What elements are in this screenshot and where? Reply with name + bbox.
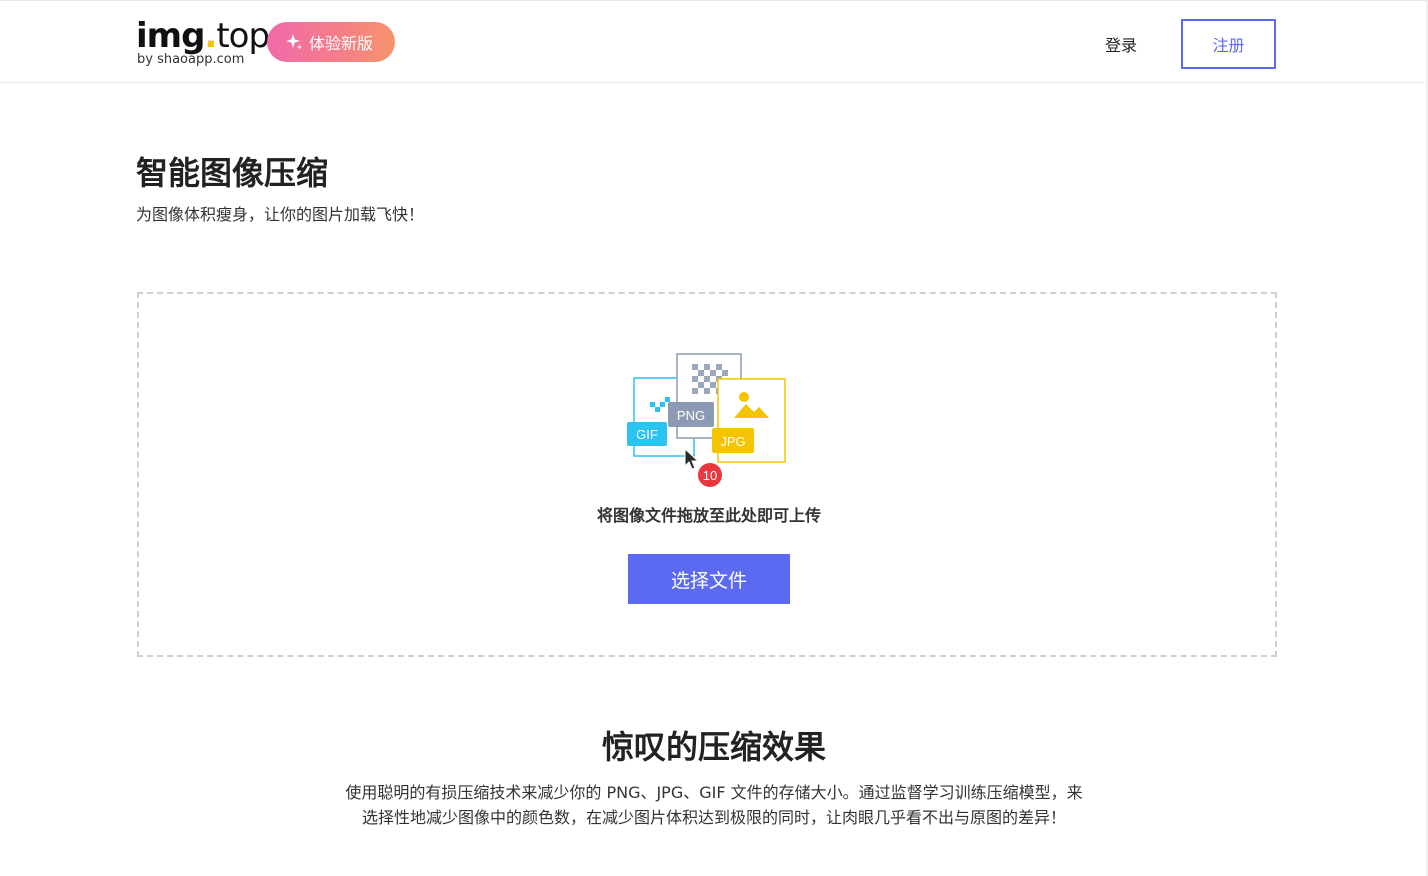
jpg-label: JPG (720, 434, 745, 449)
drop-instruction: 将图像文件拖放至此处即可上传 (596, 506, 821, 525)
jpg-file-card: JPG (712, 378, 786, 463)
logo-byline: by shaoapp.com (137, 52, 245, 67)
features-desc-line-2: 选择性地减少图像中的颜色数，在减少图片体积达到极限的同时，让肉眼几乎看不出与原图… (361, 808, 1066, 827)
logo-wordmark: img.top (136, 16, 270, 56)
page-subtitle: 为图像体积瘦身，让你的图片加载飞快！ (136, 205, 425, 224)
login-link[interactable]: 登录 (1105, 32, 1137, 56)
site-header: img.top by shaoapp.com 体验新版 登录 注册 (0, 1, 1428, 83)
site-logo[interactable]: img.top by shaoapp.com (136, 17, 270, 69)
file-count-badge: 10 (698, 463, 722, 487)
register-button[interactable]: 注册 (1181, 19, 1276, 69)
features-desc-line-1: 使用聪明的有损压缩技术来减少你的 PNG、JPG、GIF 文件的存储大小。通过监… (345, 783, 1083, 802)
file-count-label: 10 (703, 468, 717, 483)
features-title: 惊叹的压缩效果 (601, 728, 826, 766)
choose-file-button[interactable]: 选择文件 (628, 554, 790, 604)
try-new-version-button[interactable]: 体验新版 (267, 22, 395, 62)
sparkle-icon (284, 32, 304, 52)
features-description: 使用聪明的有损压缩技术来减少你的 PNG、JPG、GIF 文件的存储大小。通过监… (314, 780, 1114, 830)
gif-label: GIF (636, 427, 658, 442)
upload-illustration: GIF PNG JPG 10 (627, 353, 786, 487)
page-title: 智能图像压缩 (136, 154, 329, 192)
try-new-version-label: 体验新版 (309, 34, 374, 53)
png-label: PNG (677, 408, 705, 423)
